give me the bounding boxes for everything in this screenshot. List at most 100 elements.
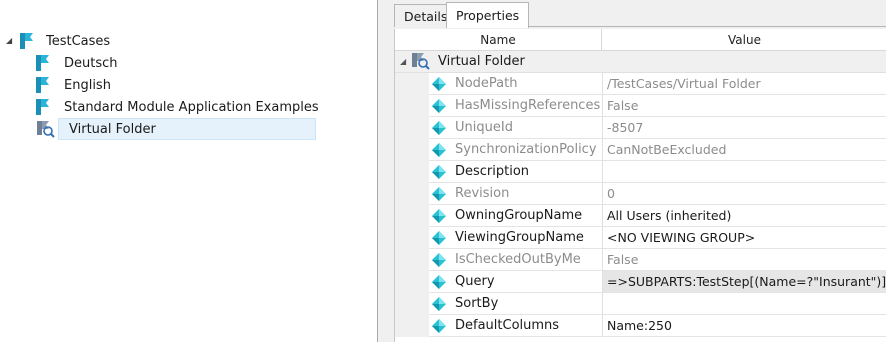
row-gutter (395, 271, 429, 293)
column-divider (602, 117, 603, 139)
virtual-folder-icon (37, 121, 55, 138)
property-row[interactable]: Description (395, 161, 886, 183)
property-name: Revision (455, 186, 510, 201)
virtual-folder-icon (412, 53, 430, 70)
property-diamond-icon (432, 297, 446, 311)
collapse-arrow-icon[interactable]: ◢ (400, 57, 406, 66)
tree-node-label: Standard Module Application Examples (64, 99, 319, 115)
row-gutter (395, 139, 429, 161)
row-gutter (395, 117, 429, 139)
property-name: Description (455, 164, 530, 179)
row-gutter (395, 315, 429, 337)
property-diamond-icon (432, 99, 446, 113)
property-value: False (607, 98, 639, 113)
column-header-name[interactable]: Name (395, 29, 602, 51)
testcases-folder-icon (36, 55, 49, 71)
column-divider (602, 73, 603, 95)
property-name: HasMissingReferences (455, 98, 601, 113)
property-group-row[interactable]: ◢ Virtual Folder (395, 51, 886, 73)
row-gutter (395, 95, 429, 117)
tree-node-testcases[interactable]: ◢ TestCases (6, 30, 306, 52)
property-diamond-icon (432, 121, 446, 135)
grid-header: Name Value (395, 29, 886, 51)
property-diamond-icon (432, 187, 446, 201)
property-diamond-icon (432, 231, 446, 245)
column-divider (602, 271, 603, 293)
property-diamond-icon (432, 319, 446, 333)
property-row[interactable]: Revision 0 (395, 183, 886, 205)
tree-node-deutsch[interactable]: Deutsch (36, 52, 316, 74)
property-group-label: Virtual Folder (438, 54, 525, 69)
property-name: SynchronizationPolicy (455, 142, 597, 157)
property-row[interactable]: NodePath/TestCases/Virtual Folder (395, 73, 886, 95)
panel-splitter[interactable] (378, 0, 394, 342)
property-value: -8507 (607, 120, 644, 135)
testcases-folder-icon (36, 77, 49, 93)
row-gutter (395, 249, 429, 271)
property-diamond-icon (432, 143, 446, 157)
column-divider (602, 293, 603, 315)
property-row[interactable]: Query =>SUBPARTS:TestStep[(Name=?"Insuran… (395, 271, 886, 293)
property-diamond-icon (432, 165, 446, 179)
tree-node-label: Deutsch (64, 55, 118, 71)
property-row[interactable]: DefaultColumns Name:250 (395, 315, 886, 337)
property-row[interactable]: ViewingGroupName <NO VIEWING GROUP> (395, 227, 886, 249)
property-diamond-icon (432, 253, 446, 267)
property-name: SortBy (455, 296, 499, 311)
property-value: /TestCases/Virtual Folder (607, 76, 761, 91)
testcases-folder-icon (36, 99, 49, 115)
testcases-folder-icon (20, 33, 33, 49)
property-diamond-icon (432, 77, 446, 91)
property-value: 0 (607, 186, 615, 201)
column-divider (602, 139, 603, 161)
column-divider (602, 227, 603, 249)
property-row[interactable]: OwningGroupName All Users (inherited) (395, 205, 886, 227)
tab-label: Properties (456, 8, 520, 23)
property-value: False (607, 252, 639, 267)
tree-node-label: TestCases (46, 33, 111, 49)
property-row[interactable]: SynchronizationPolicy CanNotBeExcluded (395, 139, 886, 161)
property-name: Query (455, 274, 495, 289)
property-row[interactable]: IsCheckedOutByMe False (395, 249, 886, 271)
property-name: DefaultColumns (455, 318, 560, 333)
property-diamond-icon (432, 275, 446, 289)
row-gutter (395, 183, 429, 205)
property-name: NodePath (455, 76, 518, 91)
property-value[interactable]: =>SUBPARTS:TestStep[(Name=?"Insurant")] (607, 271, 886, 293)
column-header-value[interactable]: Value (602, 29, 886, 51)
tree-node-label: Virtual Folder (69, 121, 156, 137)
property-value: CanNotBeExcluded (607, 142, 727, 157)
column-divider (602, 183, 603, 205)
row-gutter (395, 293, 429, 315)
tree-node-english[interactable]: English (36, 74, 316, 96)
tree-node-standard-module-examples[interactable]: Standard Module Application Examples (36, 96, 336, 118)
row-gutter (395, 73, 429, 95)
property-name: UniqueId (455, 120, 513, 135)
column-divider (602, 249, 603, 271)
column-divider (602, 161, 603, 183)
row-gutter (395, 227, 429, 249)
tree-node-virtual-folder[interactable]: Virtual Folder (37, 118, 316, 140)
row-gutter (395, 205, 429, 227)
tree-panel: ◢ TestCases Deutsch English Standard Mod… (0, 0, 378, 342)
property-value[interactable]: <NO VIEWING GROUP> (607, 227, 755, 249)
property-name: OwningGroupName (455, 208, 583, 223)
property-name: ViewingGroupName (455, 230, 584, 245)
column-divider (602, 205, 603, 227)
row-gutter (395, 161, 429, 183)
property-value[interactable]: All Users (inherited) (607, 205, 731, 227)
tab-properties[interactable]: Properties (446, 2, 530, 28)
property-value[interactable]: Name:250 (607, 315, 672, 337)
property-diamond-icon (432, 209, 446, 223)
properties-panel: Details Properties Name Value ◢ Virtual … (394, 0, 886, 342)
tab-label: Details (404, 8, 448, 24)
tree-node-label: English (64, 77, 111, 93)
tab-strip: Details Properties (394, 0, 886, 28)
property-row[interactable]: UniqueId -8507 (395, 117, 886, 139)
property-grid: Name Value ◢ Virtual Folder NodePath/Tes… (394, 29, 886, 342)
property-row[interactable]: SortBy (395, 293, 886, 315)
column-divider (602, 95, 603, 117)
property-row[interactable]: HasMissingReferences False (395, 95, 886, 117)
collapse-arrow-icon[interactable]: ◢ (6, 36, 16, 46)
column-divider (602, 315, 603, 337)
